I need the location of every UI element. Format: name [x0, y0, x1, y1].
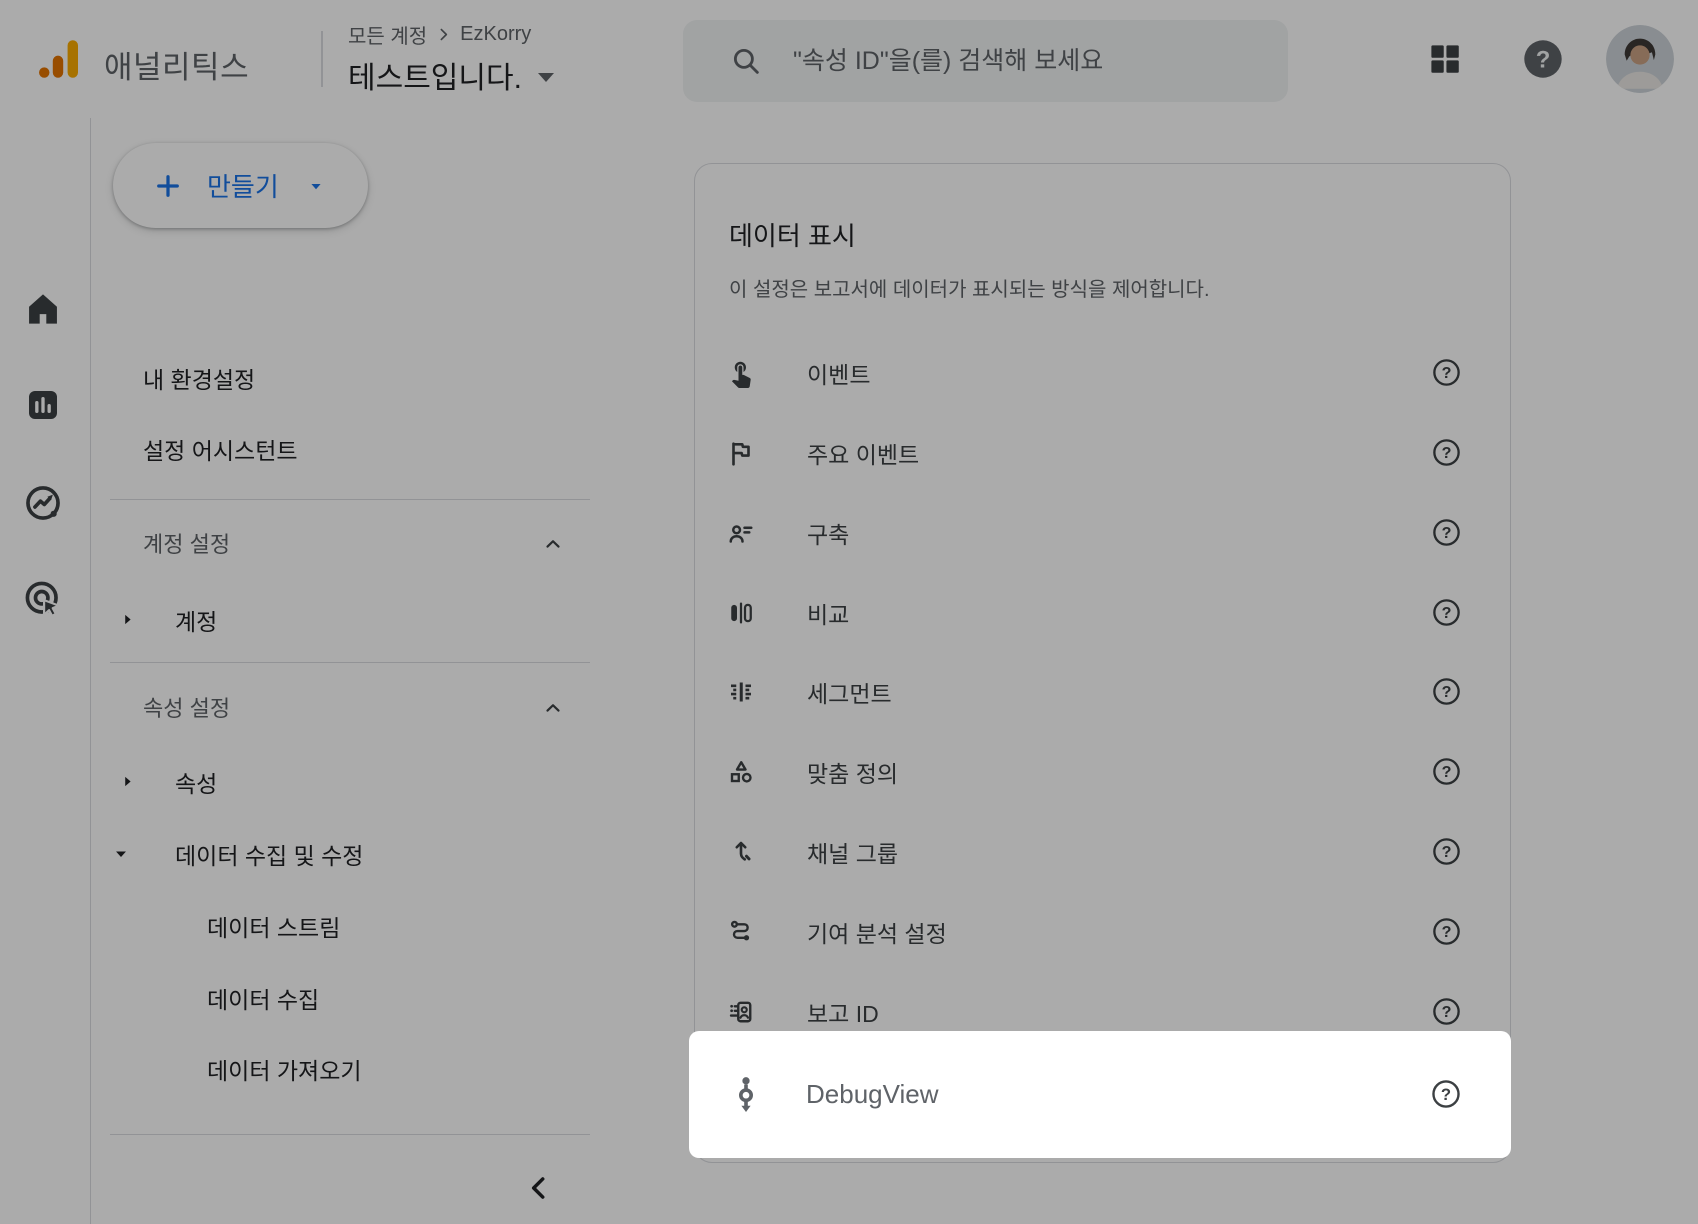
row-label[interactable]: DebugView [806, 1031, 939, 1158]
svg-text:?: ? [1441, 1085, 1451, 1104]
debugview-icon [723, 1072, 769, 1118]
debugview-row[interactable]: DebugView ? [689, 1031, 1511, 1158]
ga-admin-page: 애널리틱스 모든 계정 EzKorry 테스트입니다. [0, 0, 1698, 1224]
help-icon[interactable]: ? [1430, 1078, 1462, 1110]
